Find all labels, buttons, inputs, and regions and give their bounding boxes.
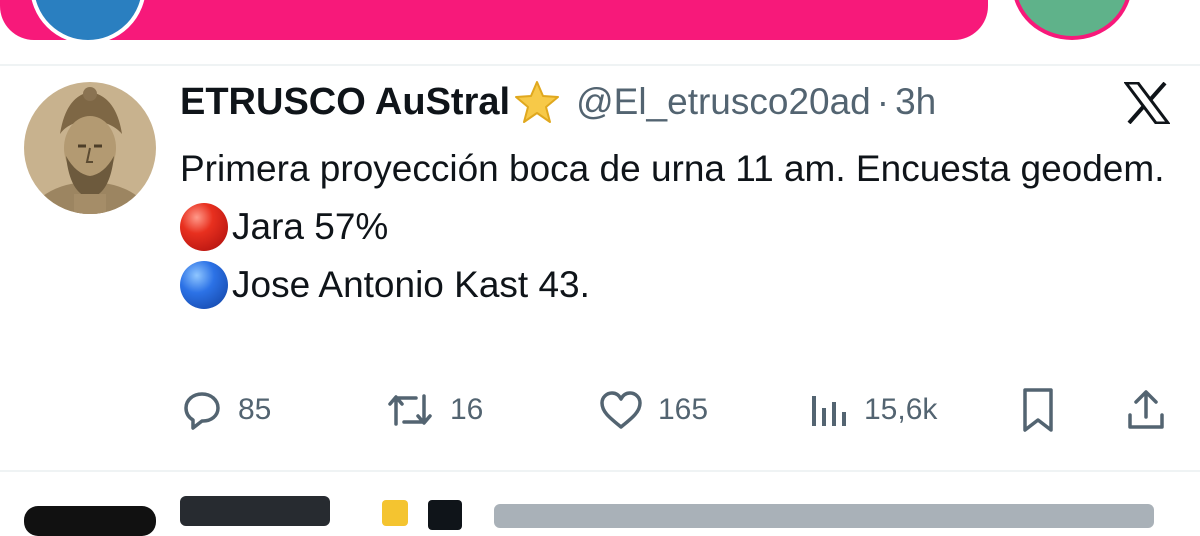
result-line: Jara 57% (180, 198, 1180, 256)
views-count: 15,6k (864, 393, 938, 426)
share-button[interactable] (1124, 384, 1168, 436)
next-avatar (24, 506, 156, 536)
bookmark-button[interactable] (1018, 384, 1058, 436)
red-circle-icon (180, 203, 228, 251)
share-icon (1128, 390, 1164, 429)
display-name[interactable]: ETRUSCO AuStral (180, 81, 510, 124)
tweet-text: Primera proyección boca de urna 11 am. E… (180, 140, 1180, 314)
heart-icon (600, 391, 642, 429)
result-text: Jose Antonio Kast 43. (232, 264, 590, 305)
retweet-icon (388, 394, 432, 426)
divider (0, 64, 1200, 66)
like-count: 165 (658, 393, 709, 426)
next-verified-icon (428, 500, 462, 530)
result-text: Jara 57% (232, 206, 389, 247)
reply-count: 85 (238, 393, 272, 426)
views-button[interactable]: 15,6k (808, 384, 937, 436)
next-handle (494, 504, 1154, 528)
timestamp[interactable]: 3h (895, 81, 936, 123)
reply-button[interactable]: 85 (180, 384, 271, 436)
star-emoji-icon (514, 80, 560, 124)
reply-icon (184, 392, 220, 430)
x-logo-icon[interactable] (1123, 81, 1171, 125)
tweet-text-line: Primera proyección boca de urna 11 am. E… (180, 148, 1165, 189)
bookmark-icon (1023, 388, 1053, 432)
user-handle[interactable]: @El_etrusco20ad (576, 81, 871, 123)
action-bar: 85 16 165 15,6k (180, 384, 1180, 436)
separator: · (876, 81, 890, 122)
avatar[interactable] (24, 82, 156, 214)
next-badge-icon (382, 500, 408, 526)
banner-right-icon (1012, 0, 1132, 40)
next-display-name (180, 496, 330, 526)
next-tweet-preview[interactable] (24, 496, 1174, 536)
bar-chart-icon (812, 396, 846, 426)
retweet-button[interactable]: 16 (384, 384, 483, 436)
blue-circle-icon (180, 261, 228, 309)
divider (0, 470, 1200, 472)
result-line: Jose Antonio Kast 43. (180, 256, 1180, 314)
like-button[interactable]: 165 (598, 384, 708, 436)
bust-portrait-icon (24, 82, 156, 214)
retweet-count: 16 (450, 393, 484, 426)
top-banner (0, 0, 988, 40)
tweet-header: ETRUSCO AuStral @El_etrusco20ad · 3h (180, 80, 936, 124)
